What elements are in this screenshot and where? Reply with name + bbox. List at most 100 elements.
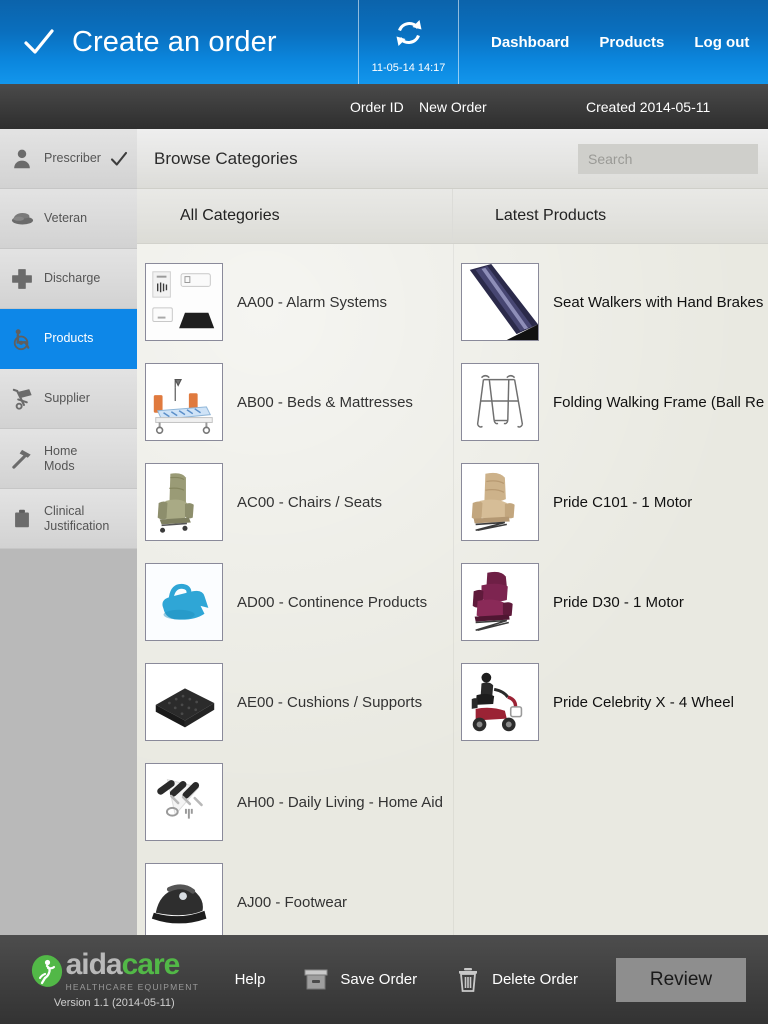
list-item[interactable]: Seat Walkers with Hand Brakes [453, 252, 768, 352]
product-label: Pride C101 - 1 Motor [553, 493, 693, 511]
list-item[interactable]: AA00 - Alarm Systems [137, 252, 453, 352]
category-label: AE00 - Cushions / Supports [237, 693, 423, 711]
aidacare-leaf-logo [30, 954, 64, 988]
footer-actions: Help Save Order Delete Order Review [213, 957, 768, 1002]
list-item[interactable]: Pride Celebrity X - 4 Wheel [453, 652, 768, 752]
sync-refresh-icon[interactable] [392, 16, 426, 50]
product-label: Pride Celebrity X - 4 Wheel [553, 693, 734, 711]
sidebar: Prescriber Veteran Discharge Products Su… [0, 129, 137, 935]
help-button[interactable]: Help [235, 971, 266, 988]
category-label: AD00 - Continence Products [237, 593, 428, 611]
medical-shoe-thumb [145, 863, 223, 935]
product-label: Seat Walkers with Hand Brakes [553, 293, 764, 311]
search-box[interactable] [578, 143, 768, 174]
nav-products[interactable]: Products [599, 34, 664, 51]
column-headers: All Categories Latest Products [137, 189, 768, 244]
list-item[interactable]: AD00 - Continence Products [137, 552, 453, 652]
category-label: AJ00 - Footwear [237, 893, 348, 911]
walker-tube-thumb [461, 263, 539, 341]
sidebar-item-label: Discharge [44, 271, 101, 286]
version-label: Version 1.1 (2014-05-11) [53, 997, 175, 1010]
help-label: Help [234, 971, 266, 988]
logo-word-aida: aida [65, 947, 123, 981]
order-id-label: Order ID [350, 98, 404, 115]
page-title: Create an order [72, 25, 277, 58]
column-header-all-categories: All Categories [137, 189, 453, 243]
list-item[interactable]: AC00 - Chairs / Seats [137, 452, 453, 552]
lift-chair-thumb [145, 463, 223, 541]
list-item[interactable]: AJ00 - Footwear [137, 852, 453, 935]
sidebar-item-products[interactable]: Products [0, 309, 137, 369]
sync-timestamp: 11-05-14 14:17 [371, 62, 446, 74]
list-item[interactable]: AE00 - Cushions / Supports [137, 652, 453, 752]
nav-logout[interactable]: Log out [694, 34, 749, 51]
app-header: Create an order 11-05-14 14:17 Dashboard… [0, 0, 768, 84]
list-item[interactable]: AB00 - Beds & Mattresses [137, 352, 453, 452]
clipboard-icon [9, 506, 35, 532]
categories-list: AA00 - Alarm Systems AB00 - Beds & Mattr… [137, 244, 453, 935]
delete-order-label: Delete Order [492, 971, 578, 988]
search-input[interactable] [588, 150, 768, 167]
medical-cross-icon [9, 266, 35, 292]
maroon-lift-chair-thumb [461, 563, 539, 641]
sidebar-item-label: Prescriber [44, 151, 101, 166]
cutlery-aid-thumb [145, 763, 223, 841]
sidebar-item-clinical-justification[interactable]: Clinical Justification [0, 489, 137, 549]
header-nav: Dashboard Products Log out [459, 0, 768, 84]
logo-row: aidacare HEALTHCARE EQUIPMENT [30, 947, 199, 992]
product-label: Pride D30 - 1 Motor [553, 593, 684, 611]
completed-check-icon [110, 150, 128, 168]
list-item[interactable]: Pride C101 - 1 Motor [453, 452, 768, 552]
list-item[interactable]: AH00 - Daily Living - Home Aid [137, 752, 453, 852]
delete-order-button[interactable]: Delete Order [455, 966, 578, 994]
urinal-bottle-thumb [145, 563, 223, 641]
sidebar-item-label: Supplier [44, 391, 90, 406]
tan-lift-chair-thumb [461, 463, 539, 541]
sidebar-item-prescriber[interactable]: Prescriber [0, 129, 137, 189]
app-root: Create an order 11-05-14 14:17 Dashboard… [0, 0, 768, 1024]
product-label: Folding Walking Frame (Ball Re [553, 393, 765, 411]
beret-hat-icon [9, 206, 35, 232]
cushion-thumb [145, 663, 223, 741]
logo-tagline: HEALTHCARE EQUIPMENT [65, 981, 199, 992]
browse-toolbar: Browse Categories [137, 129, 768, 189]
order-info-bar: Order ID New Order Created 2014-05-11 [0, 84, 768, 129]
browse-title: Browse Categories [154, 148, 298, 168]
save-order-button[interactable]: Save Order [303, 966, 417, 994]
category-label: AC00 - Chairs / Seats [237, 493, 383, 511]
walking-frame-thumb [461, 363, 539, 441]
sidebar-item-label: Home Mods [44, 443, 78, 473]
trash-icon [455, 966, 481, 994]
sidebar-item-supplier[interactable]: Supplier [0, 369, 137, 429]
list-item[interactable]: Folding Walking Frame (Ball Re [453, 352, 768, 452]
category-label: AB00 - Beds & Mattresses [237, 393, 413, 411]
hospital-bed-thumb [145, 363, 223, 441]
review-button[interactable]: Review [616, 957, 746, 1002]
mobility-scooter-thumb [461, 663, 539, 741]
hand-truck-icon [9, 386, 35, 412]
logo-word: aidacare [65, 947, 199, 981]
sidebar-item-veteran[interactable]: Veteran [0, 189, 137, 249]
nav-dashboard[interactable]: Dashboard [491, 34, 569, 51]
latest-products-list: Seat Walkers with Hand Brakes Folding Wa… [453, 244, 768, 935]
person-icon [9, 146, 35, 172]
sync-button[interactable]: 11-05-14 14:17 [358, 0, 459, 84]
wheelchair-icon [9, 326, 35, 352]
sidebar-item-discharge[interactable]: Discharge [0, 249, 137, 309]
header-brand-zone: Create an order [0, 0, 358, 84]
logo-wordmark: aidacare HEALTHCARE EQUIPMENT [65, 947, 199, 992]
app-footer: aidacare HEALTHCARE EQUIPMENT Version 1.… [0, 935, 768, 1024]
save-box-icon [303, 966, 329, 994]
sidebar-item-label: Products [44, 331, 94, 346]
alarm-systems-thumb [145, 263, 223, 341]
logo-word-care: care [121, 947, 181, 981]
aidacare-logo: aidacare HEALTHCARE EQUIPMENT Version 1.… [0, 947, 213, 1010]
sidebar-item-home-mods[interactable]: Home Mods [0, 429, 137, 489]
content-columns: AA00 - Alarm Systems AB00 - Beds & Mattr… [137, 244, 768, 935]
category-label: AA00 - Alarm Systems [237, 293, 388, 311]
list-item[interactable]: Pride D30 - 1 Motor [453, 552, 768, 652]
sidebar-item-label: Veteran [44, 211, 88, 226]
save-order-label: Save Order [340, 971, 418, 988]
category-label: AH00 - Daily Living - Home Aid [237, 793, 443, 811]
order-id-value: New Order [419, 98, 487, 115]
